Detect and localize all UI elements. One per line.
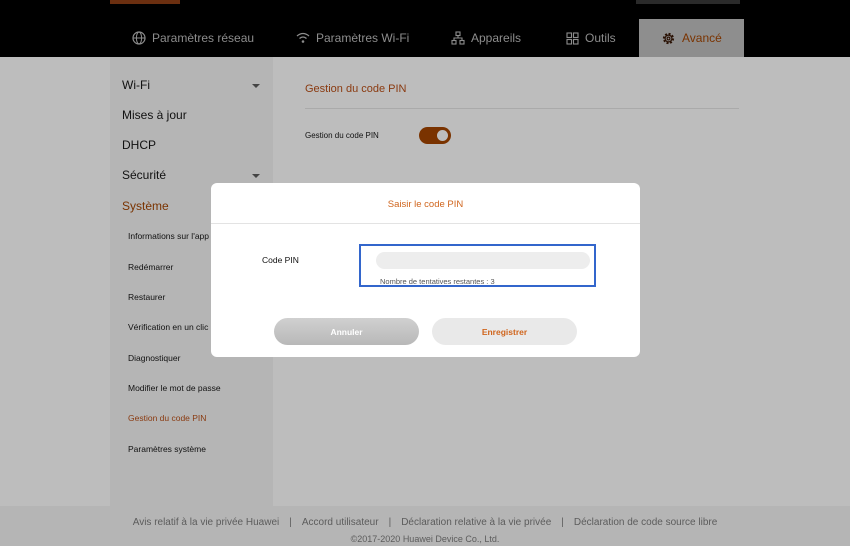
pin-management-label: Gestion du code PIN bbox=[305, 131, 379, 140]
sidebar-item-label: Sécurité bbox=[122, 168, 167, 182]
sidebar-subitem-diagnose[interactable]: Diagnostiquer bbox=[128, 353, 180, 363]
pin-field-label: Code PIN bbox=[262, 255, 299, 265]
tab-label: Avancé bbox=[682, 31, 722, 45]
chevron-down-icon bbox=[252, 174, 260, 178]
sidebar-item-label: Mises à jour bbox=[122, 108, 187, 122]
footer-separator: | bbox=[289, 517, 292, 528]
sidebar-subitem-change-password[interactable]: Modifier le mot de passe bbox=[128, 383, 221, 393]
tab-devices[interactable]: Appareils bbox=[451, 19, 521, 57]
tab-advanced[interactable]: Avancé bbox=[639, 19, 744, 57]
sidebar-item-security[interactable]: Sécurité bbox=[122, 168, 260, 182]
wifi-icon bbox=[296, 32, 310, 44]
pin-input[interactable] bbox=[376, 252, 590, 269]
sidebar-subitem-label: Vérification en un clic bbox=[128, 322, 209, 332]
sidebar-subitem-label: Modifier le mot de passe bbox=[128, 383, 221, 393]
tab-label: Appareils bbox=[471, 31, 522, 45]
toggle-knob bbox=[437, 130, 448, 141]
section-divider bbox=[305, 108, 739, 109]
sidebar-subitem-system-settings[interactable]: Paramètres système bbox=[128, 444, 206, 454]
tab-wifi-settings[interactable]: Paramètres Wi-Fi bbox=[296, 19, 409, 57]
footer-link-user-agreement[interactable]: Accord utilisateur bbox=[302, 517, 379, 528]
tab-label: Paramètres Wi-Fi bbox=[316, 31, 410, 45]
pin-management-toggle[interactable] bbox=[419, 127, 451, 144]
sidebar-item-label: Wi-Fi bbox=[122, 78, 150, 92]
sidebar-item-system[interactable]: Système bbox=[122, 199, 169, 213]
footer-links: Avis relatif à la vie privée Huawei | Ac… bbox=[0, 517, 850, 528]
sidebar-subitem-one-click-check[interactable]: Vérification en un clic bbox=[128, 322, 208, 332]
remaining-attempts: Nombre de tentatives restantes : 3 bbox=[380, 277, 495, 286]
footer-link-privacy-notice[interactable]: Avis relatif à la vie privée Huawei bbox=[133, 517, 280, 528]
sidebar-subitem-restart[interactable]: Redémarrer bbox=[128, 262, 173, 272]
tab-label: Outils bbox=[585, 31, 616, 45]
sidebar-item-label: Système bbox=[122, 199, 169, 213]
globe-icon bbox=[132, 31, 146, 45]
sidebar-item-label: DHCP bbox=[122, 138, 157, 152]
sidebar-subitem-pin-management[interactable]: Gestion du code PIN bbox=[128, 413, 206, 423]
footer-separator: | bbox=[561, 517, 564, 528]
sidebar-subitem-label: Restaurer bbox=[128, 292, 166, 302]
cancel-button[interactable]: Annuler bbox=[274, 318, 419, 345]
chevron-down-icon bbox=[252, 84, 260, 88]
section-title: Gestion du code PIN bbox=[305, 83, 407, 95]
top-right-control[interactable] bbox=[636, 0, 740, 4]
devices-icon bbox=[451, 31, 465, 45]
gear-icon bbox=[661, 31, 676, 46]
sidebar-subitem-label: Paramètres système bbox=[128, 444, 206, 454]
dialog-title: Saisir le code PIN bbox=[387, 199, 464, 210]
footer: Avis relatif à la vie privée Huawei | Ac… bbox=[0, 506, 850, 546]
sidebar-subitem-restore[interactable]: Restaurer bbox=[128, 292, 165, 302]
sidebar-item-wifi[interactable]: Wi-Fi bbox=[122, 78, 260, 92]
sidebar-item-dhcp[interactable]: DHCP bbox=[122, 138, 156, 152]
sidebar-item-updates[interactable]: Mises à jour bbox=[122, 108, 187, 122]
sidebar-subitem-label: Informations sur l'app bbox=[128, 231, 209, 241]
sidebar-subitem-label: Gestion du code PIN bbox=[128, 413, 207, 423]
footer-link-open-source[interactable]: Déclaration de code source libre bbox=[574, 517, 717, 528]
footer-separator: | bbox=[388, 517, 392, 528]
tab-tools[interactable]: Outils bbox=[566, 19, 616, 57]
tab-network-settings[interactable]: Paramètres réseau bbox=[132, 19, 254, 57]
footer-link-privacy-statement[interactable]: Déclaration relative à la vie privée bbox=[401, 517, 551, 528]
tab-label: Paramètres réseau bbox=[152, 31, 255, 45]
top-navigation-bar: Paramètres réseau Paramètres Wi-Fi Appar… bbox=[0, 0, 850, 57]
pin-entry-dialog: Saisir le code PIN Code PIN Nombre de te… bbox=[211, 183, 640, 357]
dialog-divider bbox=[211, 223, 640, 224]
save-button[interactable]: Enregistrer bbox=[432, 318, 577, 345]
tools-icon bbox=[566, 31, 579, 45]
sidebar-subitem-app-info[interactable]: Informations sur l'app bbox=[128, 231, 209, 241]
pin-field-container: Nombre de tentatives restantes : 3 bbox=[359, 244, 596, 287]
brand-logo bbox=[110, 0, 180, 4]
sidebar-subitem-label: Diagnostiquer bbox=[128, 353, 181, 363]
sidebar-subitem-label: Redémarrer bbox=[128, 262, 174, 272]
copyright: ©2017-2020 Huawei Device Co., Ltd. bbox=[350, 534, 500, 544]
